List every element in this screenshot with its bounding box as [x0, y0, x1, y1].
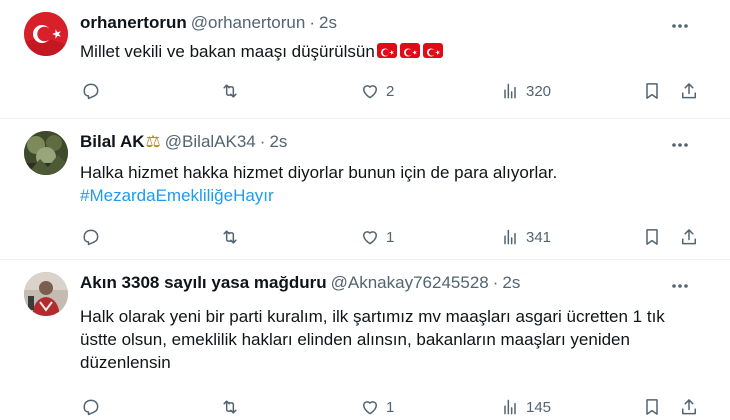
turkish-flag-avatar-image	[24, 12, 68, 56]
tweet[interactable]: orhanertorun @orhanertorun · 2s Millet v…	[0, 0, 730, 118]
tweet-actions: 1 341	[80, 226, 700, 248]
more-icon[interactable]	[670, 16, 690, 36]
tweet-actions: 2 320	[80, 80, 700, 102]
share-icon	[682, 229, 696, 245]
separator-dot: ·	[492, 273, 499, 292]
views-button[interactable]: 320	[500, 80, 551, 102]
share-button[interactable]	[679, 80, 699, 102]
tweet-text: Halka hizmet hakka hizmet diyorlar bunun…	[80, 161, 700, 207]
tweet[interactable]: Akın 3308 sayılı yasa mağduru @Aknakay76…	[0, 259, 730, 420]
like-button[interactable]: 2	[360, 80, 394, 102]
user-handle[interactable]: @BilalAK34	[165, 131, 256, 153]
flag-emojis	[376, 43, 443, 58]
bookmark-button[interactable]	[642, 396, 662, 418]
reply-button[interactable]	[81, 80, 101, 102]
retweet-icon	[223, 400, 237, 414]
bookmark-button[interactable]	[642, 226, 662, 248]
views-icon	[504, 229, 516, 245]
reply-icon	[83, 399, 99, 416]
tweet-header: Akın 3308 sayılı yasa mağduru @Aknakay76…	[80, 272, 520, 294]
timestamp[interactable]: 2s	[269, 131, 287, 153]
views-icon	[504, 83, 516, 99]
avatar[interactable]	[24, 131, 68, 175]
like-button[interactable]: 1	[360, 396, 394, 418]
tweet-text-content: Halk olarak yeni bir parti kuralım, ilk …	[80, 307, 665, 372]
turkey-flag-icon	[422, 43, 443, 58]
turkey-flag-icon	[376, 43, 397, 58]
retweet-icon	[223, 230, 237, 244]
tweet-header: Bilal AK ⚖ @BilalAK34 · 2s	[80, 131, 287, 153]
timestamp[interactable]: 2s	[319, 12, 337, 34]
more-icon[interactable]	[670, 135, 690, 155]
bookmark-icon	[646, 229, 658, 245]
separator-dot: ·	[259, 132, 266, 151]
user-handle[interactable]: @orhanertorun	[191, 12, 306, 34]
like-button[interactable]: 1	[360, 226, 394, 248]
bookmark-button[interactable]	[642, 80, 662, 102]
person-avatar-image	[24, 272, 68, 316]
views-button[interactable]: 341	[500, 226, 551, 248]
like-count: 1	[386, 228, 395, 246]
tweet-actions: 1 145	[80, 396, 700, 418]
tweet-text: Millet vekili ve bakan maaşı düşürülsün	[80, 40, 700, 63]
turkey-flag-icon	[399, 43, 420, 58]
like-count: 2	[386, 82, 395, 100]
reply-button[interactable]	[81, 226, 101, 248]
like-count: 1	[386, 398, 395, 416]
like-icon	[363, 231, 377, 245]
tweet-header: orhanertorun @orhanertorun · 2s	[80, 12, 337, 34]
like-icon	[363, 85, 377, 99]
share-button[interactable]	[679, 396, 699, 418]
avatar[interactable]	[24, 12, 68, 56]
share-icon	[682, 399, 696, 415]
display-name[interactable]: orhanertorun	[80, 12, 187, 34]
tweet-text: Halk olarak yeni bir parti kuralım, ilk …	[80, 305, 700, 374]
tweet[interactable]: Bilal AK ⚖ @BilalAK34 · 2s Halka hizmet h…	[0, 118, 730, 259]
view-count: 145	[526, 398, 552, 416]
retweet-button[interactable]	[220, 396, 240, 418]
user-handle[interactable]: @Aknakay76245528	[331, 272, 489, 294]
avatar[interactable]	[24, 272, 68, 316]
view-count: 320	[526, 82, 552, 100]
bookmark-icon	[646, 399, 658, 415]
separator-dot: ·	[309, 13, 316, 32]
share-button[interactable]	[679, 226, 699, 248]
tweet-text-content: Halka hizmet hakka hizmet diyorlar bunun…	[80, 163, 558, 182]
views-icon	[504, 399, 516, 415]
retweet-button[interactable]	[220, 226, 240, 248]
reply-icon	[83, 229, 99, 246]
reply-icon	[83, 83, 99, 100]
retweet-button[interactable]	[220, 80, 240, 102]
timestamp[interactable]: 2s	[502, 272, 520, 294]
retweet-icon	[223, 84, 237, 98]
nature-avatar-image	[24, 131, 68, 175]
bookmark-icon	[646, 83, 658, 99]
display-name[interactable]: Bilal AK	[80, 131, 145, 153]
like-icon	[363, 401, 377, 415]
share-icon	[682, 83, 696, 99]
more-icon[interactable]	[670, 276, 690, 296]
tweet-text-content: Millet vekili ve bakan maaşı düşürülsün	[80, 42, 375, 61]
scales-badge: ⚖	[145, 132, 161, 151]
hashtag-link[interactable]: #MezardaEmekliliğeHayır	[80, 184, 700, 207]
display-name[interactable]: Akın 3308 sayılı yasa mağduru	[80, 272, 327, 294]
reply-button[interactable]	[81, 396, 101, 418]
view-count: 341	[526, 228, 552, 246]
views-button[interactable]: 145	[500, 396, 551, 418]
